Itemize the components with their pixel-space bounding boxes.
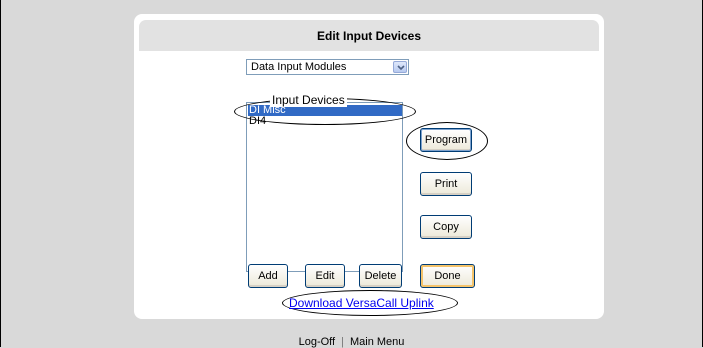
main-menu-link[interactable]: Main Menu — [350, 336, 404, 348]
program-button[interactable]: Program — [420, 128, 472, 152]
add-button[interactable]: Add — [248, 264, 288, 288]
footer-nav: Log-Off | Main Menu — [0, 336, 703, 348]
done-button[interactable]: Done — [420, 264, 475, 288]
device-type-select[interactable]: Data Input Modules — [246, 59, 409, 75]
copy-button[interactable]: Copy — [420, 215, 472, 239]
select-dropdown-button[interactable] — [393, 61, 407, 73]
edit-devices-panel: Edit Input Devices Data Input Modules In… — [134, 14, 604, 319]
list-item-di4[interactable]: DI4 — [248, 116, 402, 127]
panel-title: Edit Input Devices — [139, 20, 599, 51]
delete-button[interactable]: Delete — [359, 264, 402, 288]
download-uplink-link[interactable]: Download VersaCall Uplink — [289, 296, 434, 310]
print-button[interactable]: Print — [420, 172, 472, 196]
frame-border-left — [0, 0, 1, 347]
footer-separator: | — [341, 336, 344, 348]
input-devices-listbox[interactable]: DI Misc DI4 — [246, 102, 403, 272]
logoff-link[interactable]: Log-Off — [299, 336, 336, 348]
device-type-select-value: Data Input Modules — [251, 61, 347, 73]
chevron-down-icon — [397, 65, 405, 71]
input-devices-legend: Input Devices — [270, 93, 347, 107]
edit-button[interactable]: Edit — [305, 264, 345, 288]
